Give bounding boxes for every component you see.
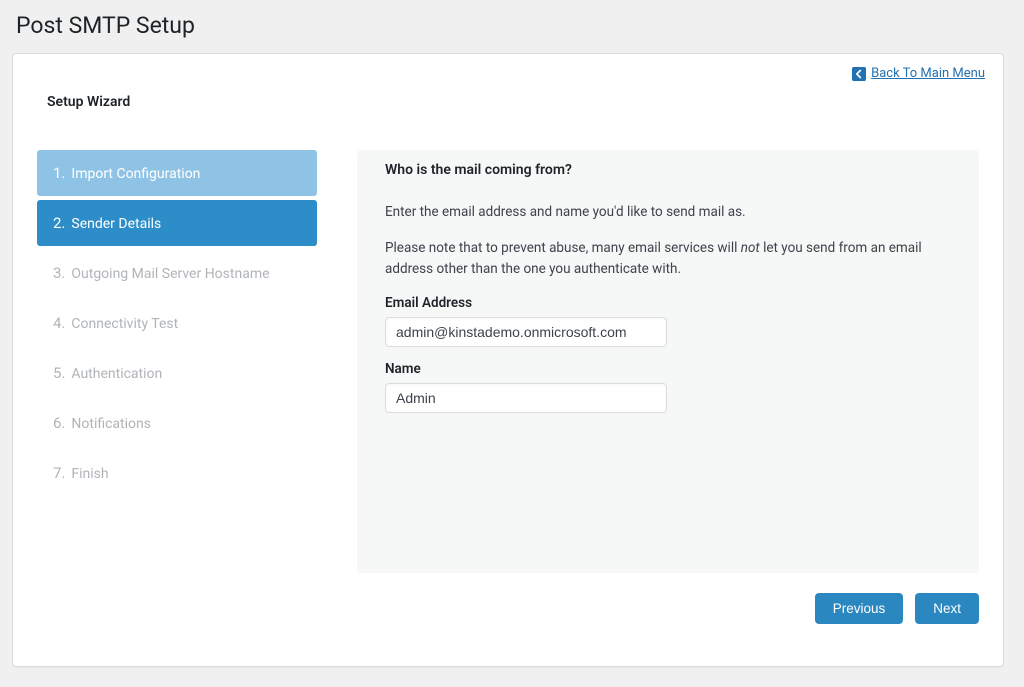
step-number: 6. [53,414,65,432]
panel-note: Please note that to prevent abuse, many … [385,238,951,281]
step-number: 1. [53,164,65,182]
back-to-main-link[interactable]: Back To Main Menu [852,66,985,81]
step-label: Finish [71,466,108,482]
next-button[interactable]: Next [915,593,979,624]
email-field[interactable] [385,317,667,347]
step-number: 3. [53,264,65,282]
step-number: 2. [53,214,65,232]
name-label: Name [385,361,951,377]
step-finish[interactable]: 7. Finish [37,450,317,496]
panel-heading: Who is the mail coming from? [385,162,951,178]
name-field[interactable] [385,383,667,413]
email-label: Email Address [385,295,951,311]
back-link-label: Back To Main Menu [871,66,985,81]
wizard-steps: 1. Import Configuration 2. Sender Detail… [37,150,317,573]
step-number: 5. [53,364,65,382]
page-title: Post SMTP Setup [12,12,1004,39]
wizard-panel: Who is the mail coming from? Enter the e… [357,150,979,573]
card-subtitle: Setup Wizard [47,94,979,110]
step-label: Sender Details [71,216,161,232]
step-number: 4. [53,314,65,332]
step-label: Connectivity Test [71,316,178,332]
panel-intro: Enter the email address and name you'd l… [385,202,951,224]
step-label: Notifications [71,416,151,432]
arrow-left-icon [852,67,866,81]
step-sender-details[interactable]: 2. Sender Details [37,200,317,246]
step-authentication[interactable]: 5. Authentication [37,350,317,396]
step-import-configuration[interactable]: 1. Import Configuration [37,150,317,196]
step-number: 7. [53,464,65,482]
previous-button[interactable]: Previous [815,593,904,624]
step-connectivity-test[interactable]: 4. Connectivity Test [37,300,317,346]
step-outgoing-mail-server-hostname[interactable]: 3. Outgoing Mail Server Hostname [37,250,317,296]
step-label: Outgoing Mail Server Hostname [71,266,269,282]
step-notifications[interactable]: 6. Notifications [37,400,317,446]
wizard-card: Back To Main Menu Setup Wizard 1. Import… [12,53,1004,667]
step-label: Import Configuration [71,166,200,182]
wizard-buttons: Previous Next [37,593,979,624]
step-label: Authentication [71,366,162,382]
